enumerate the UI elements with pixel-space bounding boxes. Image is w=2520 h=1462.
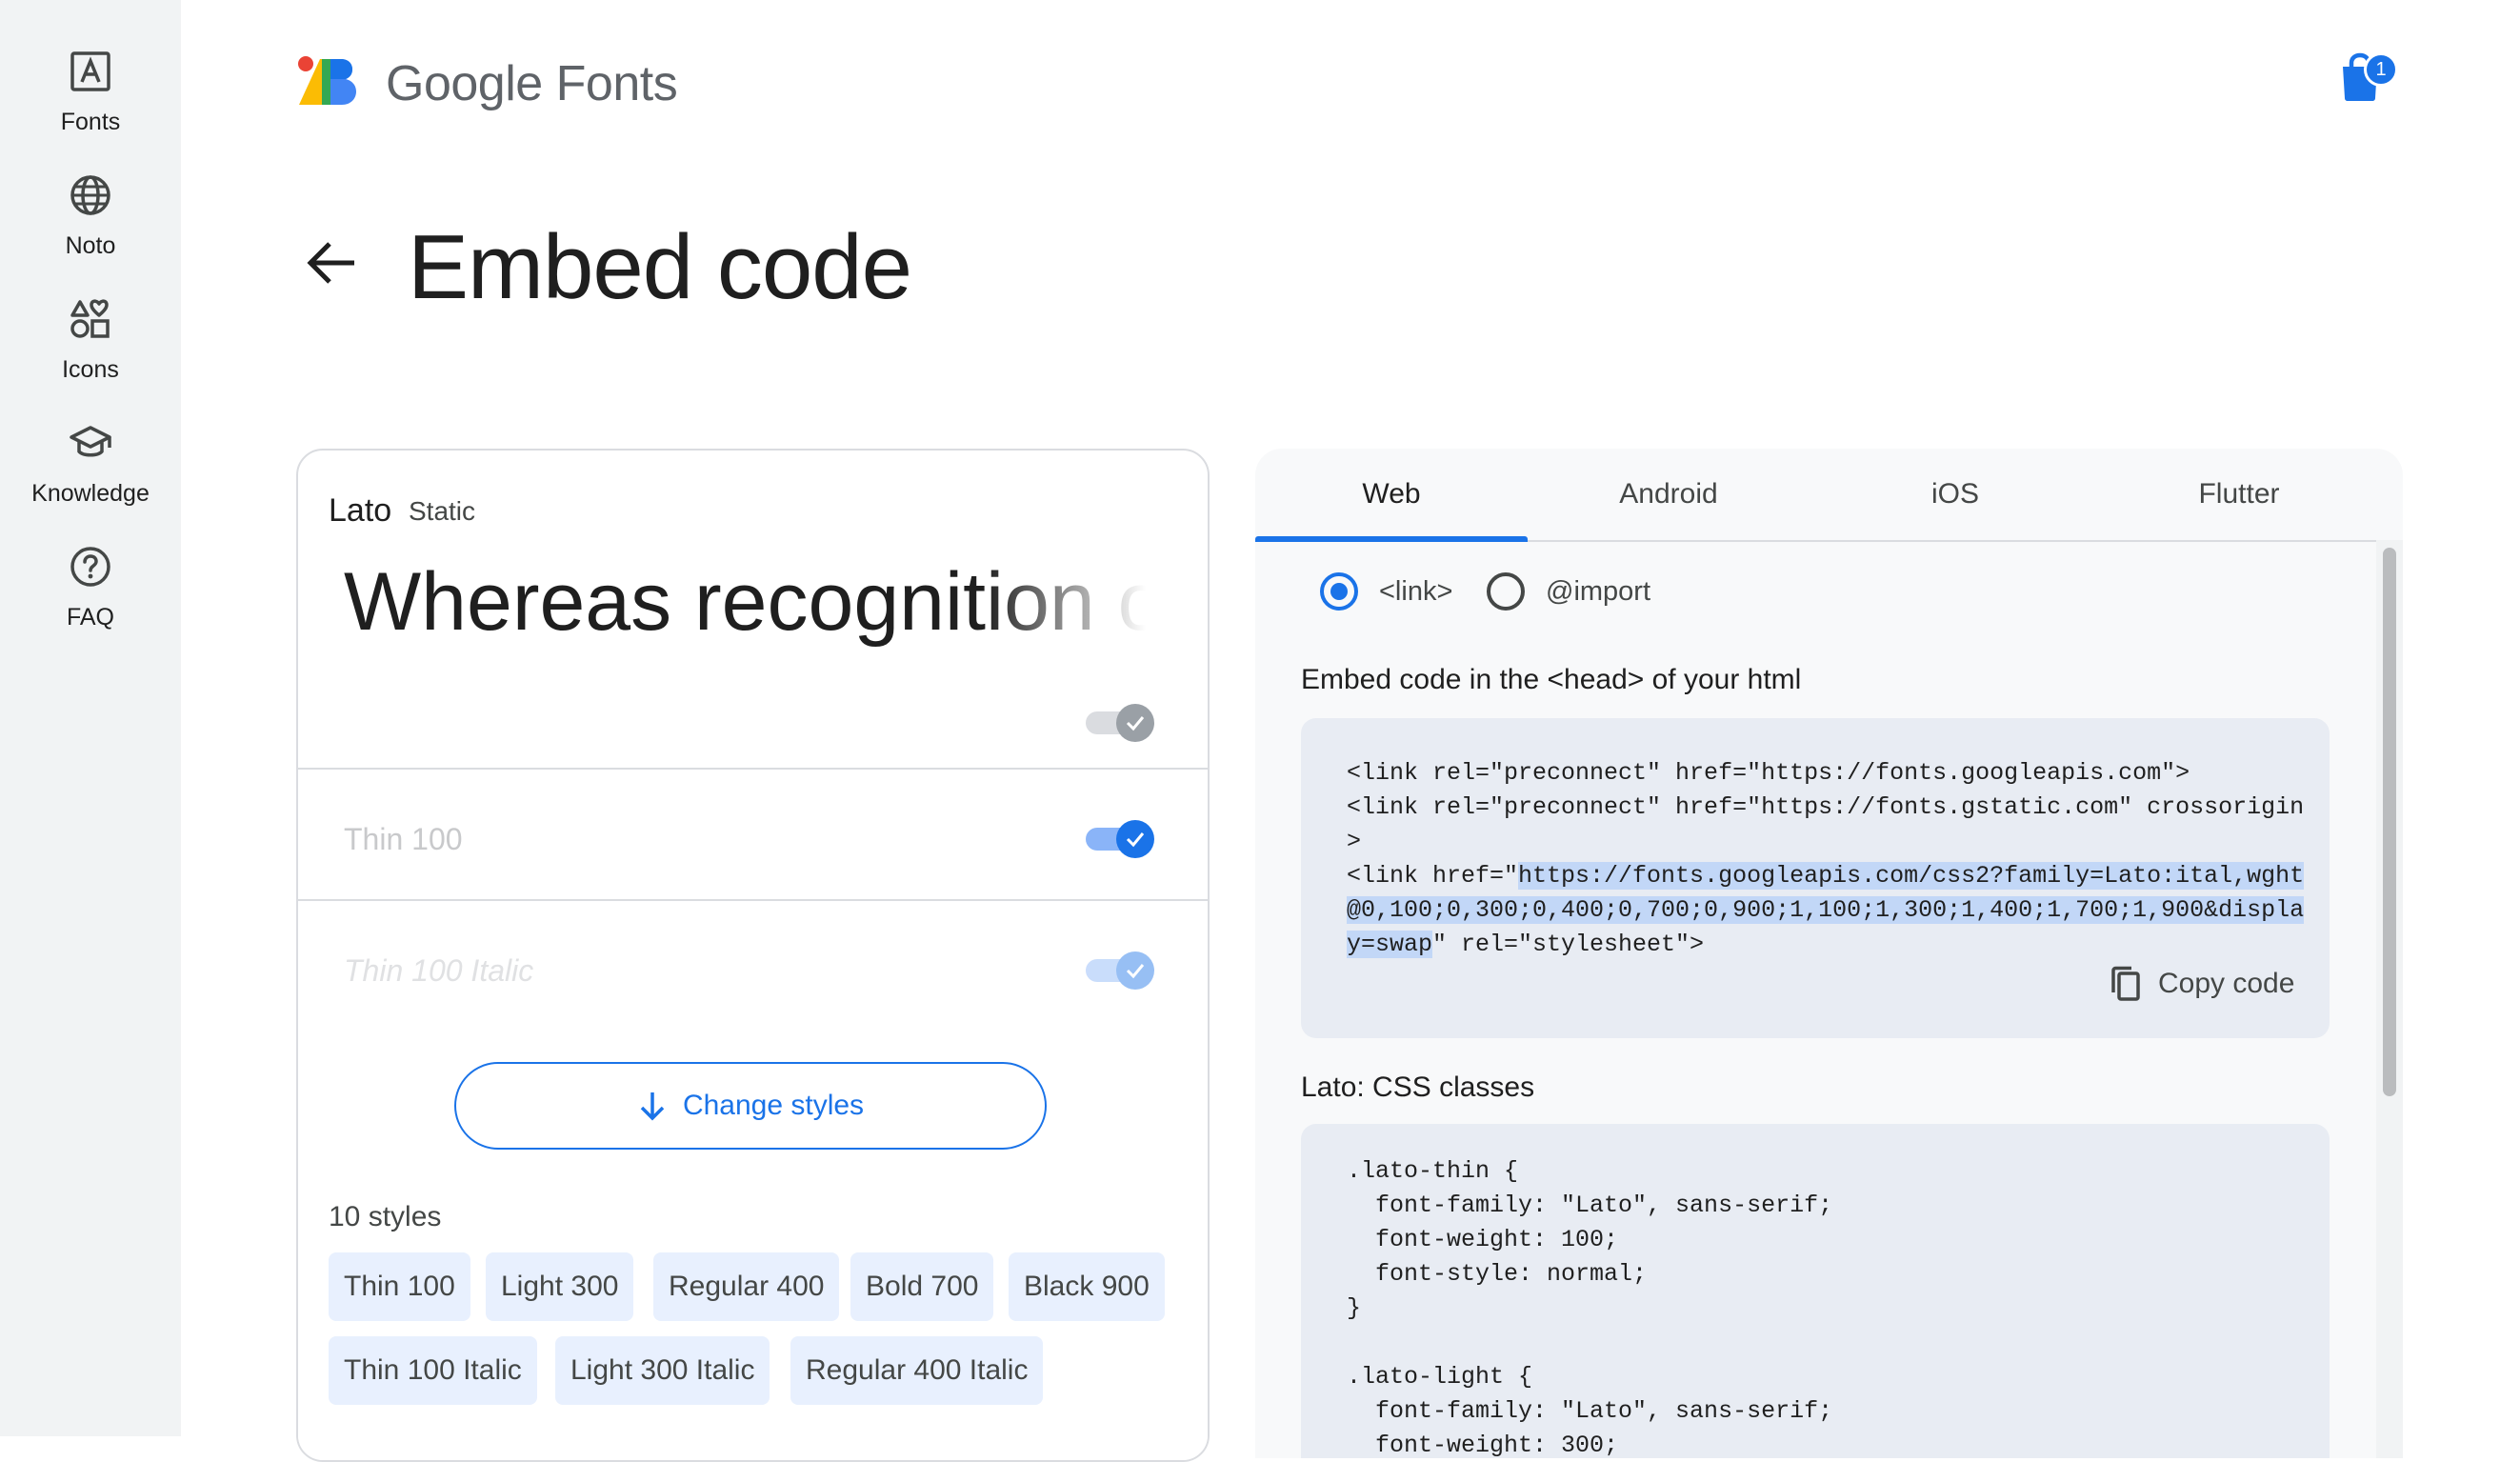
check-icon — [1126, 832, 1145, 848]
css-code-box[interactable]: .lato-thin { font-family: "Lato", sans-s… — [1301, 1124, 2330, 1458]
scrollbar-thumb[interactable] — [2383, 548, 2396, 1096]
style-toggle-thin-100-italic[interactable] — [1086, 951, 1154, 990]
code-line: > — [1347, 828, 1362, 855]
code-line: " rel="stylesheet"> — [1432, 931, 1705, 958]
brand-fonts: Fonts — [555, 56, 678, 111]
style-chip[interactable]: Regular 400 Italic — [790, 1336, 1044, 1405]
arrow-down-icon — [640, 1092, 665, 1121]
code-selection: https://fonts.googleapis.com/css2?family… — [1518, 862, 2305, 890]
check-icon — [1126, 716, 1145, 731]
style-chip[interactable]: Light 300 — [486, 1252, 634, 1321]
nav-label-faq: FAQ — [66, 604, 114, 631]
shapes-icon — [70, 299, 110, 338]
brand-google: Google — [386, 56, 543, 111]
nav-label-fonts: Fonts — [60, 109, 121, 135]
style-chip[interactable]: Light 300 Italic — [555, 1336, 770, 1405]
code-line: <link rel="preconnect" href="https://fon… — [1347, 793, 2305, 821]
platform-tabs: Web Android iOS Flutter — [1255, 449, 2376, 542]
font-icon — [70, 51, 110, 91]
back-arrow-icon[interactable] — [305, 236, 358, 290]
code-line: <link href=" — [1347, 862, 1519, 890]
active-tab-indicator — [1255, 536, 1528, 542]
font-type-label: Static — [409, 496, 476, 526]
copy-code-button[interactable]: Copy code — [2110, 966, 2294, 1002]
embed-code[interactable]: <link rel="preconnect" href="https://fon… — [1347, 756, 2305, 962]
nav-item-knowledge[interactable]: Knowledge — [0, 421, 181, 508]
tab-web[interactable]: Web — [1255, 449, 1528, 540]
nav-label-icons: Icons — [62, 356, 119, 383]
nav-item-faq[interactable]: FAQ — [0, 545, 181, 631]
page-title: Embed code — [408, 216, 912, 318]
code-line: <link rel="preconnect" href="https://fon… — [1347, 759, 2190, 787]
family-toggle[interactable] — [1086, 704, 1154, 742]
embed-panel: Web Android iOS Flutter <link> @import E… — [1255, 449, 2403, 1458]
divider — [298, 768, 1208, 770]
embed-code-box[interactable]: <link rel="preconnect" href="https://fon… — [1301, 718, 2330, 1038]
style-chip[interactable]: Regular 400 — [653, 1252, 840, 1321]
nav-label-noto: Noto — [65, 232, 116, 259]
tab-android[interactable]: Android — [1528, 449, 1810, 540]
preview-fade — [984, 555, 1174, 660]
radio-link-option[interactable]: <link> — [1320, 572, 1452, 611]
graduation-cap-icon — [70, 426, 111, 457]
radio-button-selected[interactable] — [1320, 572, 1358, 611]
css-code[interactable]: .lato-thin { font-family: "Lato", sans-s… — [1347, 1154, 1832, 1458]
radio-import-label: @import — [1546, 575, 1651, 607]
radio-import-option[interactable]: @import — [1487, 572, 1650, 611]
styles-count: 10 styles — [329, 1201, 442, 1232]
nav-item-fonts[interactable]: Fonts — [0, 50, 181, 136]
check-icon — [1126, 964, 1145, 979]
code-selection: @0,100;0,300;0,400;0,700;0,900;1,100;1,3… — [1347, 896, 2305, 924]
divider — [298, 899, 1208, 901]
head-section-title: Embed code in the <head> of your html — [1301, 664, 1802, 695]
change-styles-button[interactable]: Change styles — [454, 1062, 1047, 1150]
copy-icon — [2111, 966, 2140, 1001]
style-chip[interactable]: Bold 700 — [850, 1252, 994, 1321]
tab-ios[interactable]: iOS — [1810, 449, 2101, 540]
globe-icon — [70, 175, 110, 215]
code-selection: y=swap — [1347, 931, 1433, 958]
css-section-title: Lato: CSS classes — [1301, 1071, 1535, 1103]
change-styles-label: Change styles — [682, 1090, 865, 1121]
nav-item-noto[interactable]: Noto — [0, 173, 181, 260]
style-toggle-thin-100[interactable] — [1086, 820, 1154, 858]
nav-label-knowledge: Knowledge — [31, 480, 150, 507]
font-family-name: Lato — [329, 492, 392, 529]
help-circle-icon — [70, 547, 110, 587]
tab-flutter[interactable]: Flutter — [2101, 449, 2377, 540]
radio-link-label: <link> — [1379, 575, 1453, 607]
style-row-label: Thin 100 — [344, 822, 463, 856]
font-styles-card: Lato Static Whereas recognition of the i… — [296, 449, 1210, 1462]
copy-code-label: Copy code — [2158, 968, 2295, 999]
style-chip[interactable]: Thin 100 Italic — [329, 1336, 537, 1405]
style-chip[interactable]: Black 900 — [1009, 1252, 1165, 1321]
google-fonts-logo-icon[interactable] — [297, 55, 360, 107]
radio-button[interactable] — [1487, 572, 1525, 611]
style-chip[interactable]: Thin 100 — [329, 1252, 470, 1321]
style-row-label: Thin 100 Italic — [344, 953, 534, 988]
nav-rail: Fonts Noto Icons Knowledge FAQ — [0, 0, 181, 1436]
brand-wordmark[interactable]: Google Fonts — [386, 55, 678, 112]
nav-item-icons[interactable]: Icons — [0, 297, 181, 384]
bag-count-badge: 1 — [2364, 52, 2398, 87]
